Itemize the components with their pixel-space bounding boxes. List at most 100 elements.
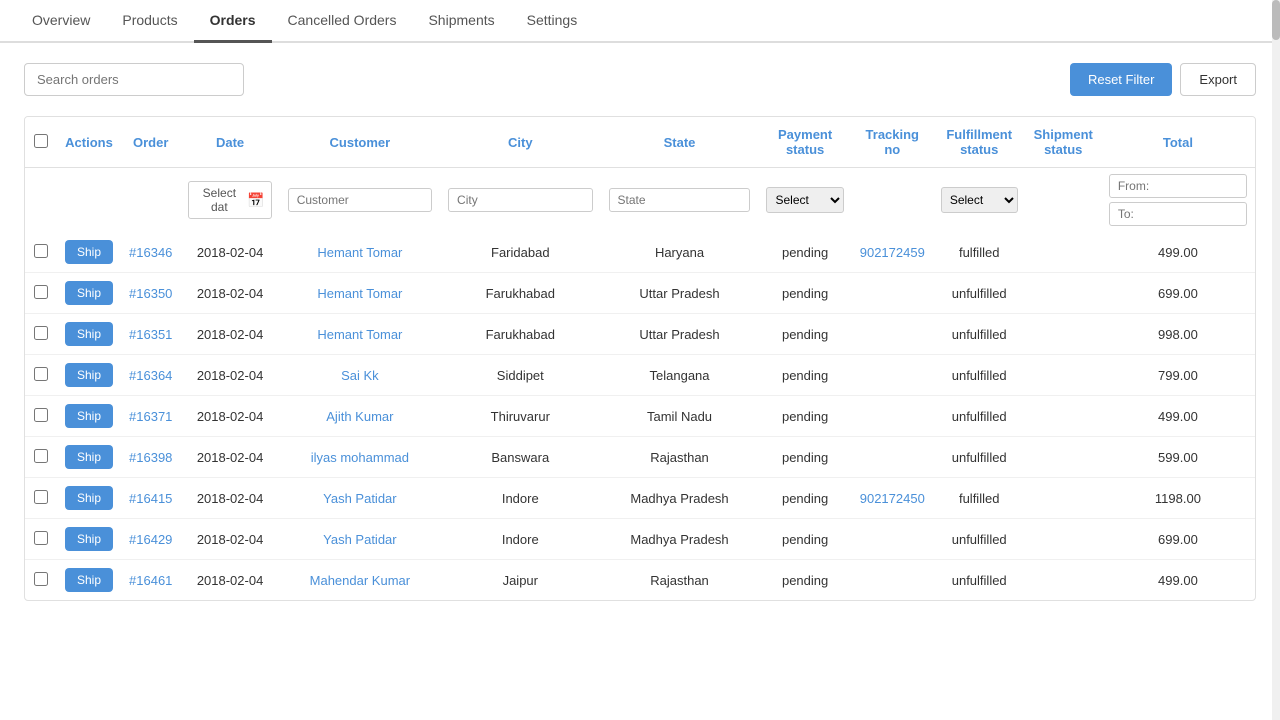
tab-cancelled-orders[interactable]: Cancelled Orders	[272, 0, 413, 43]
select-all-checkbox[interactable]	[34, 134, 48, 148]
row-shipment-col-3	[1026, 355, 1101, 396]
col-total: Total	[1101, 117, 1255, 168]
row-checkbox-col-1	[25, 273, 57, 314]
tab-products[interactable]: Products	[106, 0, 193, 43]
row-date-col-3: 2018-02-04	[180, 355, 279, 396]
filter-date-col: Select dat 📅	[180, 168, 279, 233]
search-input[interactable]	[24, 63, 244, 96]
col-shipment-status: Shipmentstatus	[1026, 117, 1101, 168]
customer-link-2[interactable]: Hemant Tomar	[317, 327, 402, 342]
ship-button-3[interactable]: Ship	[65, 363, 113, 387]
fulfillment-status-select[interactable]: Select fulfilled unfulfilled	[941, 187, 1018, 213]
row-customer-col-0: Hemant Tomar	[280, 232, 440, 273]
row-checkbox-5[interactable]	[34, 449, 48, 463]
action-buttons: Reset Filter Export	[1070, 63, 1256, 96]
row-checkbox-2[interactable]	[34, 326, 48, 340]
filter-actions-col	[57, 168, 121, 233]
scrollbar-track[interactable]	[1272, 0, 1280, 720]
ship-button-8[interactable]: Ship	[65, 568, 113, 592]
row-checkbox-4[interactable]	[34, 408, 48, 422]
row-customer-col-2: Hemant Tomar	[280, 314, 440, 355]
row-date-col-8: 2018-02-04	[180, 560, 279, 601]
col-order: Order	[121, 117, 180, 168]
row-checkbox-1[interactable]	[34, 285, 48, 299]
row-city-col-7: Indore	[440, 519, 601, 560]
order-link-3[interactable]: #16364	[129, 368, 172, 383]
order-link-4[interactable]: #16371	[129, 409, 172, 424]
ship-button-1[interactable]: Ship	[65, 281, 113, 305]
total-to-input[interactable]	[1109, 202, 1247, 226]
payment-status-select[interactable]: Select pending completed	[766, 187, 843, 213]
row-city-col-0: Faridabad	[440, 232, 601, 273]
state-filter-input[interactable]	[609, 188, 751, 212]
calendar-icon[interactable]: 📅	[247, 192, 264, 209]
row-order-col-7: #16429	[121, 519, 180, 560]
ship-button-7[interactable]: Ship	[65, 527, 113, 551]
ship-button-2[interactable]: Ship	[65, 322, 113, 346]
filter-total-col	[1101, 168, 1255, 233]
customer-link-6[interactable]: Yash Patidar	[323, 491, 396, 506]
row-customer-col-1: Hemant Tomar	[280, 273, 440, 314]
row-customer-col-7: Yash Patidar	[280, 519, 440, 560]
row-date-col-2: 2018-02-04	[180, 314, 279, 355]
row-checkbox-0[interactable]	[34, 244, 48, 258]
customer-link-3[interactable]: Sai Kk	[341, 368, 379, 383]
row-total-col-6: 1198.00	[1101, 478, 1255, 519]
order-link-7[interactable]: #16429	[129, 532, 172, 547]
customer-link-0[interactable]: Hemant Tomar	[317, 245, 402, 260]
row-checkbox-6[interactable]	[34, 490, 48, 504]
ship-button-4[interactable]: Ship	[65, 404, 113, 428]
row-city-col-1: Farukhabad	[440, 273, 601, 314]
reset-filter-button[interactable]: Reset Filter	[1070, 63, 1172, 96]
row-city-col-6: Indore	[440, 478, 601, 519]
order-link-6[interactable]: #16415	[129, 491, 172, 506]
row-shipment-col-2	[1026, 314, 1101, 355]
tracking-link-6[interactable]: 902172450	[860, 491, 925, 506]
customer-link-5[interactable]: ilyas mohammad	[311, 450, 409, 465]
order-link-1[interactable]: #16350	[129, 286, 172, 301]
scrollbar-thumb[interactable]	[1272, 0, 1280, 40]
export-button[interactable]: Export	[1180, 63, 1256, 96]
table-row: Ship#163982018-02-04ilyas mohammadBanswa…	[25, 437, 1255, 478]
row-tracking-col-3	[852, 355, 933, 396]
tab-orders[interactable]: Orders	[194, 0, 272, 43]
customer-filter-input[interactable]	[288, 188, 432, 212]
row-state-col-5: Rajasthan	[601, 437, 759, 478]
customer-link-4[interactable]: Ajith Kumar	[326, 409, 393, 424]
row-state-col-0: Haryana	[601, 232, 759, 273]
row-checkbox-7[interactable]	[34, 531, 48, 545]
row-fulfillment-col-7: unfulfilled	[933, 519, 1026, 560]
total-from-input[interactable]	[1109, 174, 1247, 198]
main-content: Reset Filter Export Actions Order Date C…	[0, 43, 1280, 621]
row-customer-col-4: Ajith Kumar	[280, 396, 440, 437]
customer-link-1[interactable]: Hemant Tomar	[317, 286, 402, 301]
row-action-col-3: Ship	[57, 355, 121, 396]
col-city: City	[440, 117, 601, 168]
row-checkbox-8[interactable]	[34, 572, 48, 586]
row-order-col-5: #16398	[121, 437, 180, 478]
orders-table: Actions Order Date Customer City State P…	[25, 117, 1255, 600]
order-link-8[interactable]: #16461	[129, 573, 172, 588]
tab-overview[interactable]: Overview	[16, 0, 106, 43]
ship-button-5[interactable]: Ship	[65, 445, 113, 469]
order-link-2[interactable]: #16351	[129, 327, 172, 342]
order-link-5[interactable]: #16398	[129, 450, 172, 465]
row-checkbox-3[interactable]	[34, 367, 48, 381]
filter-state-col	[601, 168, 759, 233]
table-body: Ship #16346 2018-02-04 Hemant Tomar Faridaba…	[25, 232, 1255, 600]
tracking-link-0[interactable]: 902172459	[860, 245, 925, 260]
row-action-col-2: Ship	[57, 314, 121, 355]
customer-link-7[interactable]: Yash Patidar	[323, 532, 396, 547]
ship-button-6[interactable]: Ship	[65, 486, 113, 510]
order-link-0[interactable]: #16346	[129, 245, 172, 260]
tab-settings[interactable]: Settings	[511, 0, 594, 43]
row-state-col-1: Uttar Pradesh	[601, 273, 759, 314]
tab-shipments[interactable]: Shipments	[412, 0, 510, 43]
date-filter-text: Select dat	[195, 186, 243, 214]
city-filter-input[interactable]	[448, 188, 593, 212]
row-action-col-1: Ship	[57, 273, 121, 314]
row-action-col-5: Ship	[57, 437, 121, 478]
ship-button-0[interactable]: Ship	[65, 240, 113, 264]
row-action-col-8: Ship	[57, 560, 121, 601]
customer-link-8[interactable]: Mahendar Kumar	[310, 573, 410, 588]
